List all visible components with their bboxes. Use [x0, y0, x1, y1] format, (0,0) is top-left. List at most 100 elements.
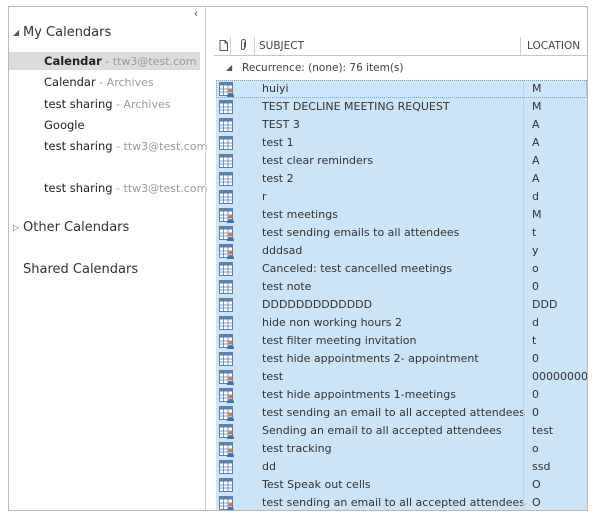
- table-row[interactable]: DDDDDDDDDDDDD DDD: [216, 296, 587, 314]
- my-calendars-header[interactable]: ◢ My Calendars: [13, 25, 111, 40]
- column-divider: [523, 242, 524, 260]
- column-divider: [523, 296, 524, 314]
- meeting-icon: [219, 495, 235, 510]
- subject-cell: hide non working hours 2: [262, 316, 402, 329]
- meeting-icon: [219, 225, 235, 241]
- table-row[interactable]: test 00000000: [216, 368, 587, 386]
- table-row[interactable]: test note 0: [216, 278, 587, 296]
- table-row[interactable]: Test Speak out cells O: [216, 476, 587, 494]
- subject-cell: r: [262, 190, 267, 203]
- column-divider: [523, 224, 524, 242]
- subject-cell: test 1: [262, 136, 294, 149]
- table-row[interactable]: Sending an email to all accepted attende…: [216, 422, 587, 440]
- recurrence-group-header[interactable]: ◢ Recurrence: (none): 76 item(s): [214, 59, 587, 77]
- column-divider: [523, 134, 524, 152]
- table-row[interactable]: test meetings M: [216, 206, 587, 224]
- pane-splitter[interactable]: [205, 7, 206, 510]
- table-row[interactable]: test clear reminders A: [216, 152, 587, 170]
- attachment-column-header[interactable]: [232, 37, 255, 55]
- location-cell: o: [532, 262, 539, 275]
- calendar-name: test sharing: [44, 139, 113, 153]
- meeting-icon: [219, 81, 235, 97]
- appointment-icon: [219, 279, 235, 295]
- column-divider: [523, 116, 524, 134]
- table-row[interactable]: test sending an email to all accepted at…: [216, 494, 587, 510]
- calendar-item[interactable]: test sharing - ttw3@test.com: [9, 179, 207, 197]
- appointment-icon: [219, 171, 235, 187]
- location-cell: y: [532, 244, 539, 257]
- appointment-icon: [219, 261, 235, 277]
- location-cell: DDD: [532, 298, 558, 311]
- location-cell: test: [532, 424, 554, 437]
- calendar-owner: - Archives: [95, 76, 154, 89]
- location-cell: M: [532, 208, 542, 221]
- calendar-item[interactable]: test sharing - Archives: [9, 95, 200, 113]
- column-divider: [523, 206, 524, 224]
- table-row[interactable]: test hide appointments 1-meetings 0: [216, 386, 587, 404]
- location-cell: 0: [532, 352, 539, 365]
- calendar-name: Calendar: [44, 54, 102, 68]
- table-row[interactable]: TEST DECLINE MEETING REQUEST M: [216, 98, 587, 116]
- calendar-item[interactable]: test sharing - ttw3@test.com: [9, 137, 207, 155]
- collapsed-triangle-icon: ▷: [13, 223, 20, 232]
- subject-cell: huiyi: [262, 82, 289, 95]
- appointment-icon: [219, 459, 235, 475]
- table-row[interactable]: TEST 3 A: [216, 116, 587, 134]
- location-cell: 0: [532, 388, 539, 401]
- table-row[interactable]: test 2 A: [216, 170, 587, 188]
- appointment-icon: [219, 135, 235, 151]
- other-calendars-header[interactable]: ▷ Other Calendars: [13, 220, 129, 235]
- folder-pane: ‹ ◢ My Calendars Calendar - ttw3@test.com…: [9, 7, 207, 510]
- table-row[interactable]: test filter meeting invitation t: [216, 332, 587, 350]
- subject-cell: Sending an email to all accepted attende…: [262, 424, 502, 437]
- table-row[interactable]: test sending emails to all attendees t: [216, 224, 587, 242]
- location-cell: d: [532, 316, 539, 329]
- table-row[interactable]: Canceled: test cancelled meetings o: [216, 260, 587, 278]
- subject-cell: DDDDDDDDDDDDD: [262, 298, 373, 311]
- location-column-header[interactable]: LOCATION: [524, 37, 587, 55]
- subject-cell: test sending an email to all accepted at…: [262, 406, 526, 419]
- subject-column-header[interactable]: SUBJECT: [256, 37, 521, 55]
- location-cell: A: [532, 136, 540, 149]
- table-row[interactable]: test tracking o: [216, 440, 587, 458]
- table-row[interactable]: dd ssd: [216, 458, 587, 476]
- subject-cell: test sending emails to all attendees: [262, 226, 460, 239]
- meeting-icon: [219, 405, 235, 421]
- meeting-icon: [219, 243, 235, 259]
- other-calendars-label: Other Calendars: [23, 220, 130, 235]
- subject-cell: test note: [262, 280, 312, 293]
- table-row[interactable]: test hide appointments 2- appointment 0: [216, 350, 587, 368]
- subject-cell: test hide appointments 1-meetings: [262, 388, 456, 401]
- table-row[interactable]: test sending an email to all accepted at…: [216, 404, 587, 422]
- calendar-item[interactable]: Calendar - Archives: [9, 73, 200, 91]
- appointment-icon: [219, 153, 235, 169]
- table-row[interactable]: huiyi M: [216, 80, 587, 98]
- appointment-icon: [219, 189, 235, 205]
- paperclip-icon: [241, 39, 246, 50]
- subject-cell: test: [262, 370, 284, 383]
- column-divider: [523, 386, 524, 404]
- shared-calendars-header[interactable]: Shared Calendars: [23, 262, 138, 277]
- location-cell: O: [532, 496, 541, 509]
- calendar-item[interactable]: Calendar - ttw3@test.com: [9, 52, 200, 70]
- calendar-name: Calendar: [44, 75, 96, 89]
- table-row[interactable]: test 1 A: [216, 134, 587, 152]
- subject-cell: TEST DECLINE MEETING REQUEST: [262, 100, 450, 113]
- collapse-pane-icon[interactable]: ‹: [189, 7, 203, 20]
- column-divider: [523, 422, 524, 440]
- location-cell: A: [532, 154, 540, 167]
- meeting-icon: [219, 387, 235, 403]
- meeting-icon: [219, 333, 235, 349]
- calendar-list-view: SUBJECT LOCATION ◢ Recurrence: (none): 7…: [214, 7, 587, 510]
- table-row[interactable]: rd: [216, 188, 587, 206]
- meeting-icon: [219, 207, 235, 223]
- column-divider: [523, 260, 524, 278]
- column-divider: [523, 278, 524, 296]
- subject-cell: test sending an email to all accepted at…: [262, 496, 526, 509]
- table-row[interactable]: hide non working hours 2 d: [216, 314, 587, 332]
- column-header-row: SUBJECT LOCATION: [214, 37, 587, 56]
- column-divider: [523, 332, 524, 350]
- calendar-item[interactable]: Google: [9, 116, 200, 134]
- table-row[interactable]: dddsad y: [216, 242, 587, 260]
- icon-column-header[interactable]: [216, 37, 231, 55]
